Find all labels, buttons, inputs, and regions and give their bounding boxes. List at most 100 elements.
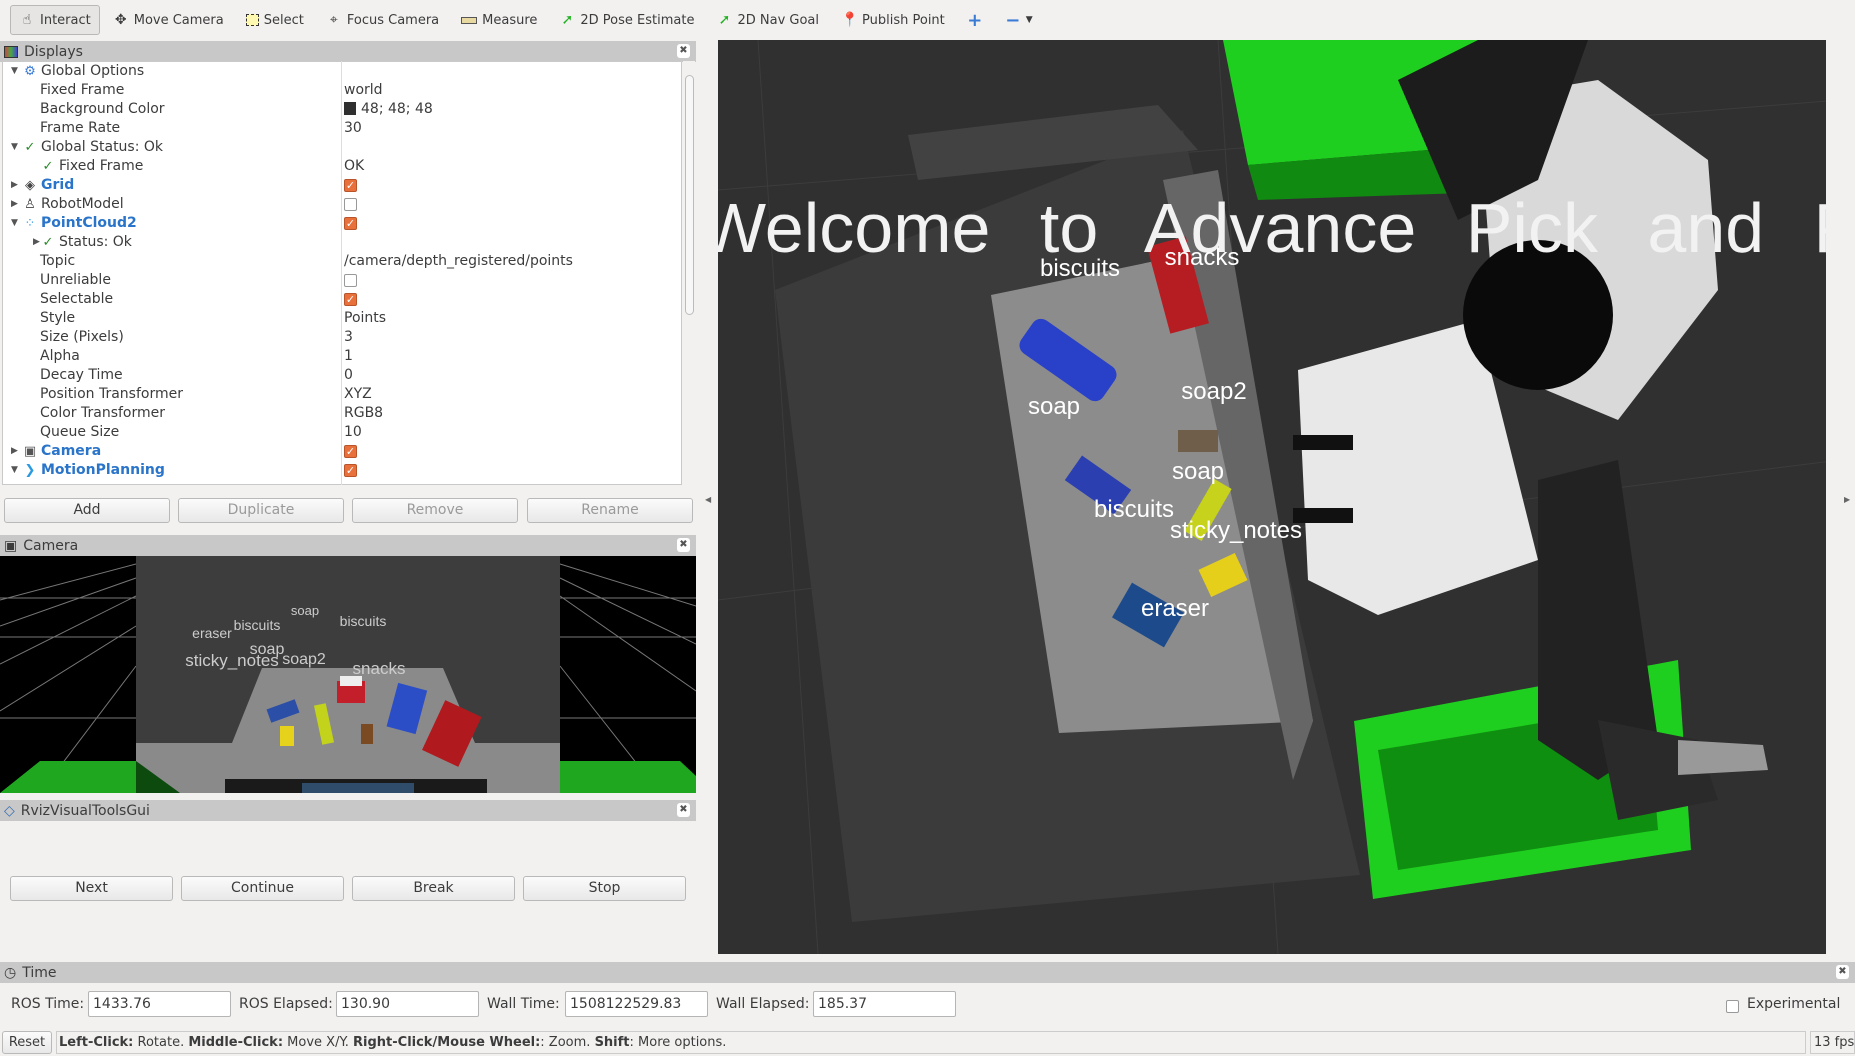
remove-display-button[interactable]: Remove [352,498,518,523]
display-tree-row[interactable]: ▼ ⚙ Global Options [3,62,681,81]
row-value[interactable]: 3 [344,328,353,347]
row-checkbox[interactable]: ✓ [344,293,357,306]
row-value[interactable]: XYZ [344,385,372,404]
tool-focus-camera[interactable]: ⌖ Focus Camera [317,5,448,35]
row-checkbox[interactable]: ✓ [344,217,357,230]
row-checkbox[interactable]: ✓ [344,464,357,477]
add-tool-button[interactable]: + [958,5,992,35]
reset-button[interactable]: Reset [2,1031,52,1054]
close-icon[interactable]: ✖ [677,44,690,58]
display-tree-row[interactable]: Selectable ✓ [3,290,681,309]
row-value[interactable]: Points [344,309,386,328]
tree-scrollbar[interactable] [683,61,695,485]
rename-display-button[interactable]: Rename [527,498,693,523]
tool-2d-pose-estimate[interactable]: ➚ 2D Pose Estimate [550,5,703,35]
camera-icon: ▣ [4,537,18,554]
display-tree-row[interactable]: Position Transformer XYZ [3,385,681,404]
display-tree-row[interactable]: Frame Rate 30 [3,119,681,138]
row-icon: ♙ [24,197,36,212]
row-value[interactable]: 0 [344,366,353,385]
remove-tool-button[interactable]: − ▼ [996,5,1042,35]
wall-elapsed-field[interactable]: 185.37 [813,991,956,1017]
fps-readout: 13 fps [1810,1031,1855,1054]
green-arrow-icon: ➚ [561,12,574,28]
display-tree-row[interactable]: Unreliable [3,271,681,290]
camera-object-label: soap [290,602,320,618]
display-tree-row[interactable]: Color Transformer RGB8 [3,404,681,423]
tool-measure[interactable]: Measure [452,5,546,35]
duplicate-display-button[interactable]: Duplicate [178,498,344,523]
3d-viewport[interactable]: Welcome to Advance Pick and Place biscui… [718,40,1840,954]
break-button[interactable]: Break [352,876,515,901]
expand-down-icon[interactable]: ▼ [11,214,21,233]
display-tree-row[interactable]: Size (Pixels) 3 [3,328,681,347]
display-tree-row[interactable]: ▶ ◈ Grid ✓ [3,176,681,195]
wall-time-field[interactable]: 1508122529.83 [565,991,708,1017]
display-tree-row[interactable]: Background Color 48; 48; 48 [3,100,681,119]
row-checkbox[interactable]: ✓ [344,179,357,192]
expand-right-icon[interactable]: ▶ [11,195,21,214]
row-checkbox[interactable] [344,198,357,211]
row-value[interactable]: RGB8 [344,404,383,423]
hand-icon: ☝ [22,12,32,28]
display-tree-row[interactable]: ✓ Fixed Frame OK [3,157,681,176]
add-display-button[interactable]: Add [4,498,170,523]
tool-publish-point[interactable]: 📍 Publish Point [832,5,954,35]
display-tree-row[interactable]: Style Points [3,309,681,328]
display-tree-row[interactable]: Fixed Frame world [3,81,681,100]
ros-elapsed-field[interactable]: 130.90 [336,991,479,1017]
close-icon[interactable]: ✖ [677,538,690,552]
row-value[interactable]: OK [344,157,364,176]
tool-interact[interactable]: ☝ Interact [10,5,100,35]
display-tree-row[interactable]: ▼ ❯ MotionPlanning ✓ [3,461,681,480]
tool-move-camera[interactable]: ✥ Move Camera [104,5,233,35]
display-tree-row[interactable]: ▼ ✓ Global Status: Ok [3,138,681,157]
display-tree-row[interactable]: Queue Size 10 [3,423,681,442]
next-button[interactable]: Next [10,876,173,901]
display-tree-row[interactable]: Alpha 1 [3,347,681,366]
close-icon[interactable]: ✖ [1836,965,1849,979]
row-checkbox[interactable] [344,274,357,287]
display-tree-row[interactable]: ▶ ♙ RobotModel [3,195,681,214]
camera-image-view[interactable]: eraser biscuits soap biscuits soap sticky_not… [0,556,696,793]
row-icon: ❯ [24,463,36,478]
camera-object-label: biscuits [339,613,387,629]
tool-2d-nav-goal[interactable]: ➚ 2D Nav Goal [707,5,828,35]
tool-select[interactable]: Select [237,5,313,35]
wall-elapsed-label: Wall Elapsed: [716,996,810,1012]
displays-tree: ▼ ⚙ Global Options Fixed Frame world Backgrou… [2,61,682,485]
collapse-right-dock-arrow[interactable]: ▶ [1844,495,1850,504]
expand-down-icon[interactable]: ▼ [11,138,21,157]
close-icon[interactable]: ✖ [677,803,690,817]
row-label: Global Options [41,63,145,79]
map-pin-icon: 📍 [841,12,859,28]
row-value[interactable]: 1 [344,347,353,366]
ros-time-field[interactable]: 1433.76 [88,991,231,1017]
row-label: RobotModel [41,196,124,212]
row-value[interactable]: 48; 48; 48 [344,100,433,119]
hint-key: Left-Click: [59,1035,134,1050]
display-tree-row[interactable]: Decay Time 0 [3,366,681,385]
expand-down-icon[interactable]: ▼ [11,62,21,81]
expand-down-icon[interactable]: ▼ [11,461,21,480]
experimental-checkbox[interactable] [1726,1000,1739,1013]
expand-right-icon[interactable]: ▶ [11,442,21,461]
displays-panel-header: Displays ✖ [0,41,696,62]
stop-button[interactable]: Stop [523,876,686,901]
display-tree-row[interactable]: Topic/camera/depth_registered/points [3,252,681,271]
collapse-left-dock-arrow[interactable]: ◀ [705,495,711,504]
green-arrow-icon: ➚ [718,12,731,28]
row-value[interactable]: 10 [344,423,362,442]
expand-right-icon[interactable]: ▶ [11,176,21,195]
continue-button[interactable]: Continue [181,876,344,901]
row-value[interactable]: /camera/depth_registered/points [344,252,573,271]
display-tree-row[interactable]: ▼ ⁘ PointCloud2 ✓ [3,214,681,233]
row-value[interactable]: world [344,81,383,100]
display-tree-row[interactable]: ▶ ▣ Camera ✓ [3,442,681,461]
row-label: Size (Pixels) [40,329,124,345]
camera-object-label: biscuits [233,617,281,633]
row-value[interactable]: 30 [344,119,362,138]
display-tree-row[interactable]: ▶ ✓ Status: Ok [3,233,681,252]
scrollbar-thumb[interactable] [685,75,694,315]
row-checkbox[interactable]: ✓ [344,445,357,458]
